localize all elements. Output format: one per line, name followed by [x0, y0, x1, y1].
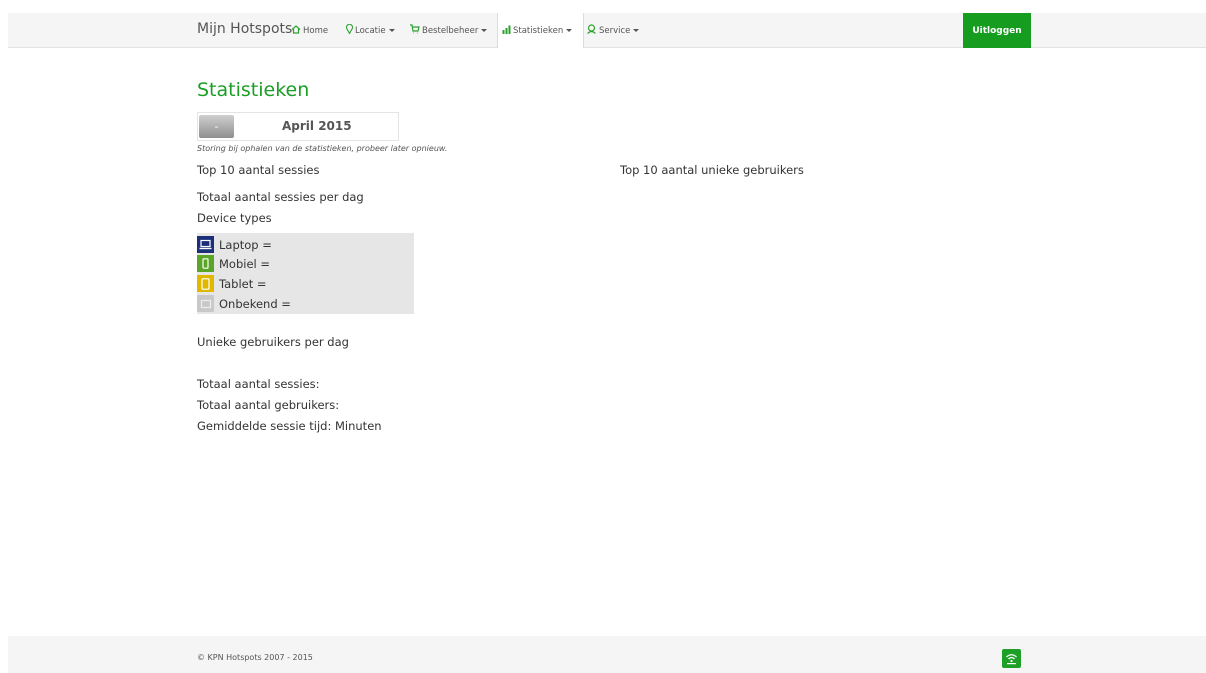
- page-footer: © KPN Hotspots 2007 - 2015: [8, 636, 1206, 673]
- legend-item-mobiel: Mobiel =: [197, 255, 270, 272]
- chevron-down-icon: [481, 29, 488, 32]
- nav-home[interactable]: Home: [291, 13, 328, 48]
- chevron-down-icon: [633, 29, 640, 32]
- brand-title[interactable]: Mijn Hotspots: [197, 21, 292, 37]
- map-pin-icon: [345, 23, 354, 37]
- top-navbar: Mijn Hotspots Home Locatie Bestelbeheer …: [8, 13, 1206, 48]
- mobile-icon: [197, 255, 214, 272]
- nav-bestelbeheer-label: Bestelbeheer: [422, 25, 479, 36]
- legend-label-tablet: Tablet =: [219, 276, 267, 291]
- nav-service[interactable]: Service: [586, 13, 640, 48]
- legend-label-mobiel: Mobiel =: [219, 256, 271, 271]
- previous-month-button[interactable]: -: [199, 115, 234, 138]
- support-icon: [586, 24, 597, 37]
- nav-statistieken-label: Statistieken: [513, 25, 564, 36]
- unknown-device-icon: [197, 295, 214, 312]
- unique-users-per-day-heading: Unieke gebruikers per dag: [197, 335, 349, 349]
- cart-icon: [409, 24, 420, 37]
- legend-item-onbekend: Onbekend =: [197, 295, 291, 312]
- month-label: April 2015: [282, 119, 352, 133]
- month-selector: - April 2015: [197, 112, 399, 141]
- avg-session-time-label: Gemiddelde sessie tijd: Minuten: [197, 419, 382, 433]
- total-users-label: Totaal aantal gebruikers:: [197, 398, 340, 412]
- total-sessions-label: Totaal aantal sessies:: [197, 377, 320, 391]
- nav-bestelbeheer[interactable]: Bestelbeheer: [409, 13, 488, 48]
- nav-statistieken[interactable]: Statistieken: [497, 13, 584, 48]
- top10-sessions-heading: Top 10 aantal sessies: [197, 163, 320, 177]
- home-icon: [291, 24, 301, 37]
- tablet-icon: [197, 275, 214, 292]
- logout-button[interactable]: Uitloggen: [963, 13, 1031, 48]
- bar-chart-icon: [502, 25, 511, 37]
- error-message: Storing bij ophalen van de statistieken,…: [197, 144, 448, 153]
- chevron-down-icon: [566, 29, 573, 32]
- nav-service-label: Service: [599, 25, 631, 36]
- legend-label-laptop: Laptop =: [219, 237, 272, 252]
- kpn-hotspots-wifi-icon: [1002, 649, 1021, 668]
- chevron-down-icon: [388, 29, 395, 32]
- legend-item-tablet: Tablet =: [197, 275, 267, 292]
- nav-locatie-label: Locatie: [355, 25, 386, 36]
- top10-users-heading: Top 10 aantal unieke gebruikers: [620, 163, 804, 177]
- page-title: Statistieken: [197, 79, 310, 101]
- device-types-legend: Laptop = Mobiel = Tablet = Onbekend =: [197, 233, 414, 314]
- copyright-text: © KPN Hotspots 2007 - 2015: [197, 653, 313, 662]
- nav-home-label: Home: [303, 25, 329, 36]
- legend-label-onbekend: Onbekend =: [219, 296, 291, 311]
- legend-item-laptop: Laptop =: [197, 236, 272, 253]
- laptop-icon: [197, 236, 214, 253]
- nav-locatie[interactable]: Locatie: [345, 13, 395, 48]
- sessions-per-day-heading: Totaal aantal sessies per dag: [197, 190, 364, 204]
- device-types-heading: Device types: [197, 211, 272, 225]
